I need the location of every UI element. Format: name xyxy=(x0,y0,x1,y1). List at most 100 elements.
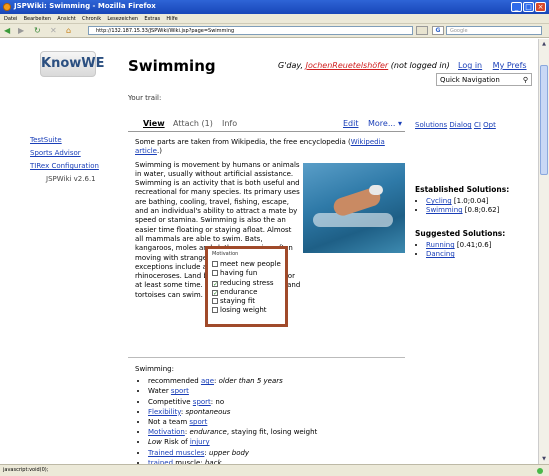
status-text: javascript:void(0); xyxy=(3,467,49,473)
motivation-option[interactable]: staying fit xyxy=(212,297,281,306)
established-solutions: Established Solutions: Cycling [1.0;0.04… xyxy=(415,185,509,215)
version-label: JSPWiki v2.6.1 xyxy=(46,175,96,183)
checkbox-icon[interactable]: ✓ xyxy=(212,289,218,296)
property-link[interactable]: sport xyxy=(193,398,211,406)
swimmer-photo xyxy=(303,163,405,253)
page-content: KnowWE Swimming G'day, JochenReuetelshöf… xyxy=(0,39,538,464)
property-link[interactable]: sport xyxy=(171,387,189,395)
menu-bearbeiten[interactable]: Bearbeiten xyxy=(24,16,51,22)
solution-link[interactable]: Swimming xyxy=(426,206,463,214)
edit-link[interactable]: Edit xyxy=(343,119,359,128)
item-value: older than 5 years xyxy=(218,377,283,386)
menu-hilfe[interactable]: Hilfe xyxy=(166,16,177,22)
nav-sports-advisor[interactable]: Sports Advisor xyxy=(30,149,81,157)
solution-score: [1.0;0.04] xyxy=(451,197,489,205)
maximize-button[interactable]: □ xyxy=(523,2,534,12)
photo-splash xyxy=(313,213,393,227)
property-link[interactable]: injury xyxy=(190,438,210,446)
more-menu[interactable]: More... ▾ xyxy=(368,119,402,128)
item-tail: , staying fit, losing weight xyxy=(226,428,318,437)
popup-title: Motivation xyxy=(212,251,239,257)
url-bar[interactable]: http://132.187.15.33/JSPWiki/Wiki.jsp?pa… xyxy=(88,26,413,35)
item-em-prefix: Low xyxy=(148,438,162,447)
option-label: having fun xyxy=(220,269,258,278)
item-suffix: : no xyxy=(210,397,225,406)
menu-chronik[interactable]: Chronik xyxy=(82,16,101,22)
scroll-thumb[interactable] xyxy=(540,65,548,175)
nav-testsuite[interactable]: TestSuite xyxy=(30,136,62,144)
motivation-popup: Motivation meet new people having fun ✓ red… xyxy=(205,246,288,327)
opt-link[interactable]: Opt xyxy=(483,121,496,129)
motivation-option[interactable]: losing weight xyxy=(212,306,281,315)
login-link[interactable]: Log in xyxy=(458,61,482,70)
tab-info[interactable]: Info xyxy=(222,119,237,128)
checkbox-icon[interactable]: ✓ xyxy=(212,280,218,287)
item-prefix-2: Risk of xyxy=(161,438,190,447)
search-engine-icon[interactable]: G xyxy=(432,26,444,35)
solution-item: Dancing xyxy=(426,250,505,259)
scroll-up-icon[interactable]: ▲ xyxy=(540,40,548,48)
quick-navigation-input[interactable]: Quick Navigation ⚲ xyxy=(436,73,532,86)
ci-link[interactable]: CI xyxy=(474,121,481,129)
checkbox-icon[interactable] xyxy=(212,261,218,267)
motivation-option[interactable]: ✓ endurance xyxy=(212,288,281,297)
knowwe-logo[interactable]: KnowWE xyxy=(40,51,105,77)
checkbox-icon[interactable] xyxy=(212,298,218,305)
prefs-link[interactable]: My Prefs xyxy=(493,61,527,70)
option-label: losing weight xyxy=(220,306,267,315)
solution-score: [0.8;0.62] xyxy=(462,206,500,214)
property-link[interactable]: sport xyxy=(189,418,207,426)
reload-icon[interactable]: ↻ xyxy=(34,26,41,36)
solution-link[interactable]: Dancing xyxy=(426,250,455,258)
property-link[interactable]: age xyxy=(201,377,214,385)
solution-item: Running [0.41;0.6] xyxy=(426,241,505,250)
search-input[interactable]: Google xyxy=(446,26,542,35)
property-link[interactable]: Trained muscles xyxy=(148,449,204,457)
item-prefix: Water xyxy=(148,387,171,396)
user-link[interactable]: JochenReuetelshöfer xyxy=(306,61,389,70)
motivation-option[interactable]: ✓ reducing stress xyxy=(212,279,281,288)
dialog-link[interactable]: Dialog xyxy=(449,121,471,129)
property-link[interactable]: Motivation xyxy=(148,428,185,436)
scroll-down-icon[interactable]: ▼ xyxy=(540,455,548,463)
menu-extras[interactable]: Extras xyxy=(144,16,160,22)
menu-lesezeichen[interactable]: Lesezeichen xyxy=(107,16,138,22)
forward-icon[interactable]: ▶ xyxy=(18,26,24,36)
close-button[interactable]: × xyxy=(535,2,546,12)
menu-bar: Datei Bearbeiten Ansicht Chronik Lesezei… xyxy=(0,14,549,24)
solutions-link[interactable]: Solutions xyxy=(415,121,447,129)
option-label: endurance xyxy=(220,287,258,296)
back-icon[interactable]: ◀ xyxy=(4,26,10,36)
solution-link[interactable]: Cycling xyxy=(426,197,452,205)
more-label: More... xyxy=(368,119,396,128)
list-item: Water sport xyxy=(148,386,405,396)
menu-ansicht[interactable]: Ansicht xyxy=(57,16,75,22)
nav-tirex-configuration[interactable]: TIRex Configuration xyxy=(30,162,99,170)
motivation-option[interactable]: having fun xyxy=(212,269,281,278)
tab-attach[interactable]: Attach (1) xyxy=(173,119,213,128)
solution-item: Swimming [0.8;0.62] xyxy=(426,206,509,215)
page-title: Swimming xyxy=(128,57,216,75)
item-prefix: Not a team xyxy=(148,418,190,427)
home-icon[interactable]: ⌂ xyxy=(66,26,71,36)
solution-link[interactable]: Running xyxy=(426,241,455,249)
item-prefix: Competitive xyxy=(148,397,193,406)
status-ok-icon xyxy=(537,468,543,474)
item-prefix: recommended xyxy=(148,377,201,386)
option-label: meet new people xyxy=(220,260,281,268)
stop-icon[interactable]: ✕ xyxy=(50,26,57,36)
greeting-prefix: G'day, xyxy=(278,61,306,70)
go-button[interactable] xyxy=(416,26,428,35)
solution-score: [0.41;0.6] xyxy=(454,241,492,249)
checkbox-icon[interactable] xyxy=(212,307,218,314)
minimize-button[interactable]: _ xyxy=(511,2,522,12)
menu-datei[interactable]: Datei xyxy=(4,16,17,22)
motivation-option[interactable]: meet new people xyxy=(212,260,281,269)
window-titlebar: JSPWiki: Swimming - Mozilla Firefox _ □ … xyxy=(0,0,549,14)
tab-view[interactable]: View xyxy=(143,119,165,128)
vertical-scrollbar[interactable]: ▲ ▼ xyxy=(538,39,549,464)
list-item: Competitive sport: no xyxy=(148,397,405,407)
window-title: JSPWiki: Swimming - Mozilla Firefox xyxy=(14,2,156,10)
checkbox-icon[interactable] xyxy=(212,270,218,277)
property-link[interactable]: Flexibility xyxy=(148,408,181,416)
